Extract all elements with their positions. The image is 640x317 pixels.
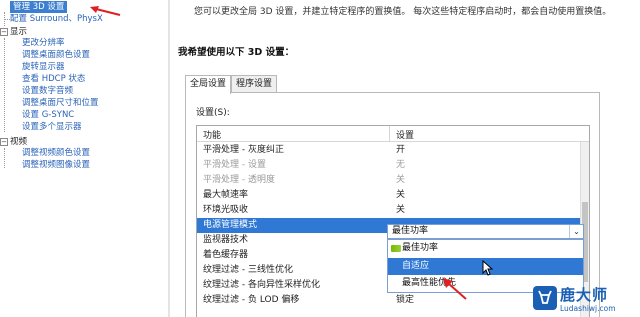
deer-logo-icon	[533, 286, 557, 310]
column-header-setting[interactable]: 设置	[396, 128, 414, 141]
feature-cell: 纹理过滤 - 三线性优化	[203, 265, 293, 275]
tab-global-settings[interactable]: 全局设置	[185, 75, 232, 94]
column-header-feature[interactable]: 功能	[203, 128, 221, 141]
setting-cell[interactable]: 无	[396, 158, 405, 173]
feature-cell: 监视器技术	[203, 235, 249, 245]
annotation-arrow-icon	[443, 278, 467, 300]
feature-cell: 平滑处理 - 透明度	[203, 175, 275, 185]
navigation-tree: 管理 3D 设置 配置 Surround、PhysX − 显示 更改分辨率 调整桌…	[0, 0, 168, 317]
table-row[interactable]: 环境光吸收 关	[197, 203, 581, 218]
nav-category-label: 视频	[10, 137, 28, 147]
table-row[interactable]: 纹理过滤 - 负 LOD 偏移 锁定	[197, 293, 581, 308]
nav-item-digital-audio[interactable]: 设置数字音频	[22, 85, 73, 97]
setting-cell[interactable]: 锁定	[396, 293, 414, 308]
tree-line	[4, 38, 5, 132]
pane-divider[interactable]	[168, 0, 170, 317]
nav-item-change-resolution[interactable]: 更改分辨率	[22, 37, 65, 49]
feature-cell: 着色缓存器	[203, 250, 249, 260]
feature-cell: 最大帧速率	[203, 190, 249, 200]
dropdown-option-best-power[interactable]: 最佳功率	[388, 240, 583, 257]
nav-item-multiple-displays[interactable]: 设置多个显示器	[22, 121, 82, 133]
settings-label: 设置(S):	[196, 108, 230, 118]
annotation-arrow-icon	[90, 6, 121, 16]
setting-cell[interactable]: 关	[396, 173, 405, 188]
mouse-cursor-icon	[482, 260, 494, 276]
feature-cell: 平滑处理 - 灰度纠正	[203, 145, 284, 155]
nvidia-icon	[391, 245, 401, 252]
setting-cell[interactable]: 关	[396, 188, 405, 203]
table-header: 功能 设置	[197, 126, 589, 142]
feature-cell: 电源管理模式	[203, 220, 258, 230]
feature-cell: 环境光吸收	[203, 205, 249, 215]
chevron-down-icon[interactable]: ⌄	[569, 225, 583, 238]
collapse-icon[interactable]: −	[0, 137, 8, 146]
nav-item-manage-3d[interactable]: 管理 3D 设置	[10, 1, 68, 13]
settings-heading: 我希望使用以下 3D 设置：	[178, 47, 295, 58]
option-label: 自适应	[402, 261, 430, 271]
watermark-url: Ludashiwj.com	[560, 304, 616, 313]
table-row[interactable]: 平滑处理 - 灰度纠正 开	[197, 143, 581, 158]
tab-program-settings[interactable]: 程序设置	[231, 75, 278, 93]
setting-cell[interactable]: 关	[396, 203, 405, 218]
watermark-name: 鹿大师	[560, 286, 609, 304]
feature-cell: 纹理过滤 - 负 LOD 偏移	[203, 295, 300, 305]
power-mode-combobox[interactable]: 最佳功率 ⌄	[387, 224, 584, 239]
watermark: 鹿大师 Ludashiwj.com	[532, 283, 640, 317]
column-separator[interactable]	[389, 126, 390, 142]
table-row[interactable]: 平滑处理 - 设置 无	[197, 158, 581, 173]
nav-item-desktop-size[interactable]: 调整桌面尺寸和位置	[22, 97, 99, 109]
tree-line	[4, 148, 5, 168]
nav-item-hdcp-status[interactable]: 查看 HDCP 状态	[22, 73, 85, 85]
nav-category-label: 显示	[10, 27, 28, 37]
feature-cell: 纹理过滤 - 各向异性采样优化	[203, 280, 320, 290]
nav-item-video-image[interactable]: 调整视频图像设置	[22, 159, 90, 171]
nav-item-rotate-display[interactable]: 旋转显示器	[22, 61, 65, 73]
page-description: 您可以更改全局 3D 设置，并建立特定程序的置换值。 每次这些特定程序启动时，都…	[194, 7, 612, 17]
feature-cell: 平滑处理 - 设置	[203, 160, 266, 170]
nav-item-desktop-color[interactable]: 调整桌面颜色设置	[22, 49, 90, 61]
table-row[interactable]: 最大帧速率 关	[197, 188, 581, 203]
nav-item-gsync[interactable]: 设置 G-SYNC	[22, 109, 74, 121]
combobox-value: 最佳功率	[392, 226, 429, 236]
nav-item-video-color[interactable]: 调整视频颜色设置	[22, 147, 90, 159]
collapse-icon[interactable]: −	[0, 27, 8, 36]
option-label: 最佳功率	[402, 243, 439, 253]
table-row[interactable]: 平滑处理 - 透明度 关	[197, 173, 581, 188]
setting-cell[interactable]: 开	[396, 143, 405, 158]
